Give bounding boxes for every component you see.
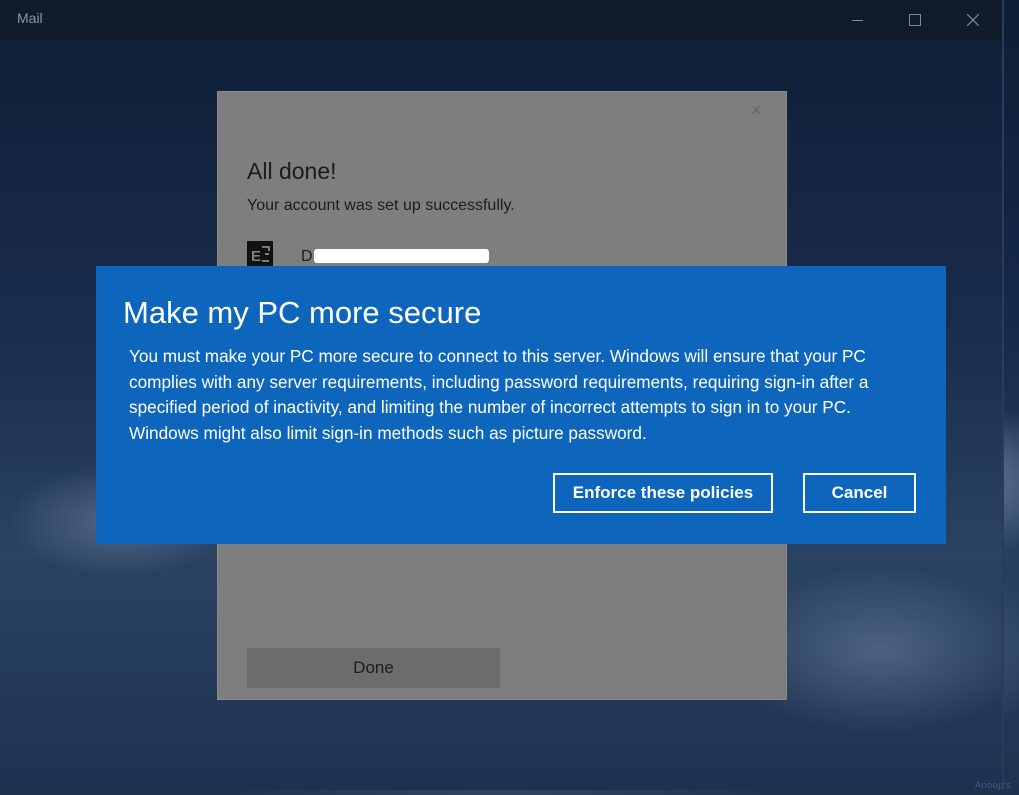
watermark: Anoop's — [975, 781, 1011, 791]
redaction-mark — [314, 249, 489, 263]
dialog-close-icon[interactable]: × — [751, 100, 762, 121]
title-bar: Mail — [0, 0, 1002, 40]
close-icon — [967, 14, 979, 26]
app-title: Mail — [17, 10, 43, 26]
account-dialog-subtitle: Your account was set up successfully. — [247, 197, 515, 214]
exchange-icon: E — [247, 241, 273, 267]
maximize-button[interactable] — [886, 0, 944, 40]
security-dialog-message: You must make your PC more secure to con… — [129, 346, 869, 443]
make-pc-secure-dialog: Make my PC more secure You must make you… — [96, 266, 946, 544]
enforce-policies-button[interactable]: Enforce these policies — [553, 473, 773, 513]
done-button[interactable]: Done — [247, 648, 500, 688]
cancel-button[interactable]: Cancel — [803, 473, 916, 513]
minimize-icon — [851, 19, 863, 21]
maximize-icon — [909, 14, 921, 26]
minimize-button[interactable] — [828, 0, 886, 40]
svg-text:E: E — [251, 248, 261, 265]
account-name: D — [301, 248, 313, 265]
account-dialog-title: All done! — [247, 158, 337, 184]
security-dialog-title: Make my PC more secure — [123, 295, 482, 330]
close-window-button[interactable] — [944, 0, 1002, 40]
